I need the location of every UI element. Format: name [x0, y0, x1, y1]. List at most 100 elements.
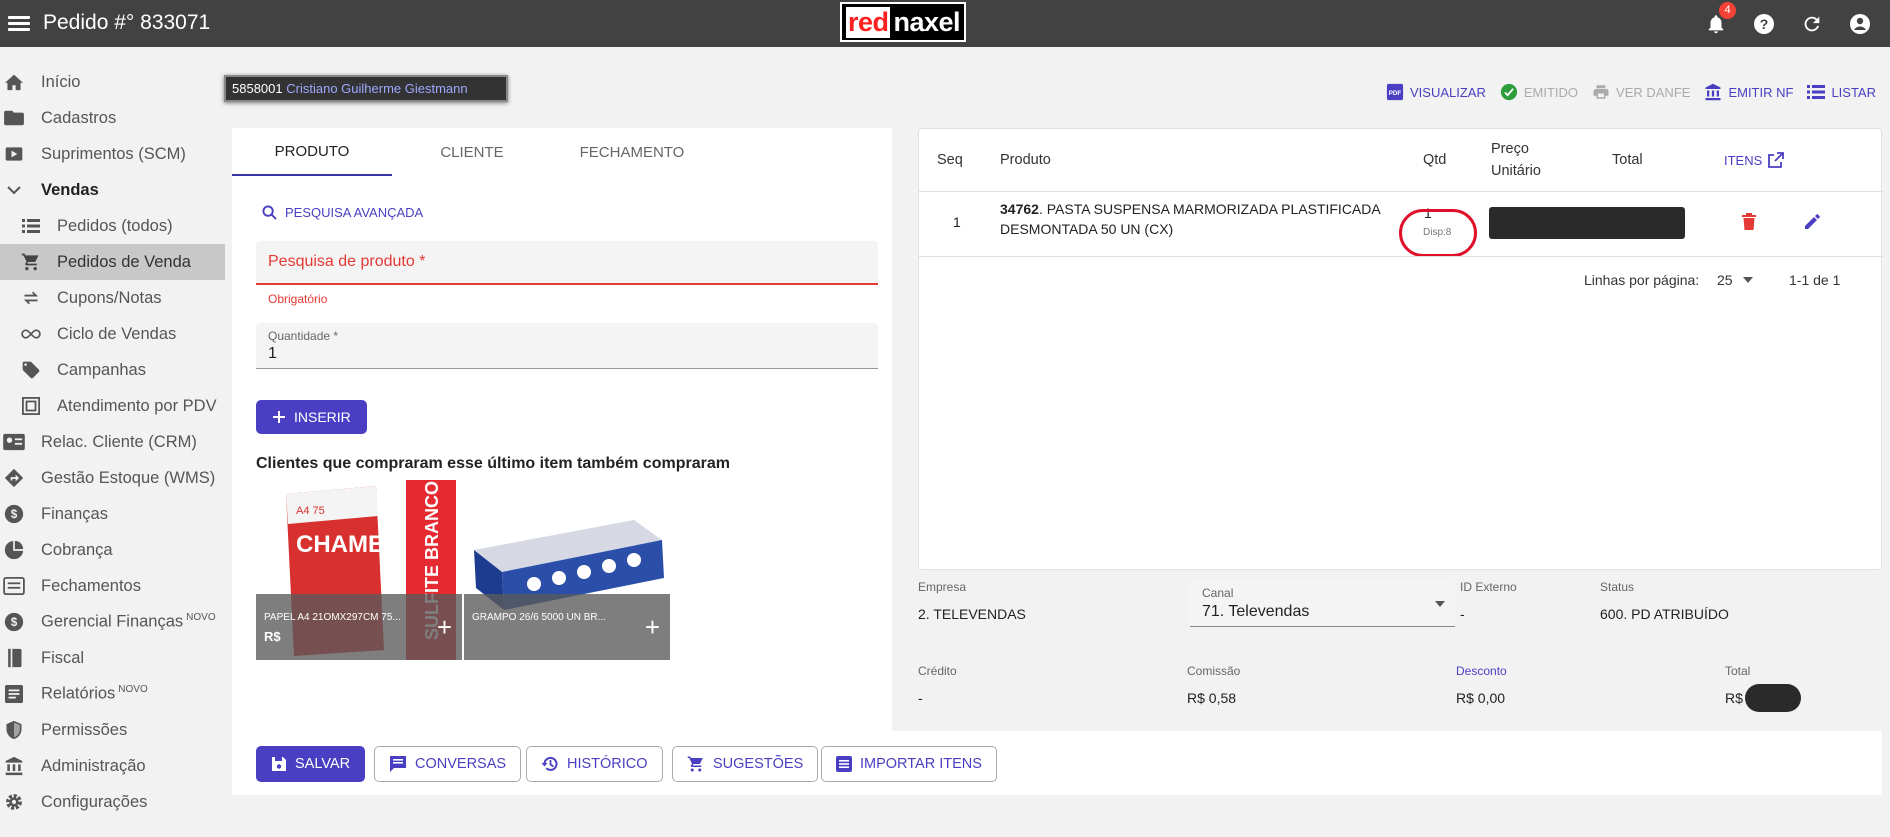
credito-value: - [918, 690, 923, 706]
menu-icon[interactable] [8, 13, 30, 33]
importar-itens-button[interactable]: IMPORTAR ITENS [821, 746, 997, 782]
tab-cliente[interactable]: CLIENTE [392, 128, 552, 176]
ver-danfe-button[interactable]: VER DANFE [1592, 83, 1690, 101]
notifications-bell-icon[interactable]: 4 [1702, 2, 1736, 38]
brand-logo: red naxel [840, 2, 966, 42]
report-icon [3, 683, 25, 705]
add-plus-icon[interactable]: + [437, 614, 452, 640]
status-value: 600. PD ATRIBUÍDO [1600, 606, 1729, 622]
desconto-link[interactable]: Desconto [1456, 664, 1507, 678]
refresh-icon[interactable] [1798, 10, 1826, 38]
sidebar-item-fiscal[interactable]: Fiscal [0, 640, 225, 676]
total-label: Total [1725, 664, 1751, 678]
add-plus-icon[interactable]: + [645, 614, 660, 640]
desconto-value: R$ 0,00 [1456, 690, 1506, 706]
quantity-label: Quantidade * [268, 329, 339, 343]
comissao-value: R$ 0,58 [1187, 690, 1237, 706]
account-icon[interactable] [1846, 10, 1874, 38]
col-total: Total [1612, 152, 1643, 168]
recommendation-card[interactable]: GRAMPO 26/6 5000 UN BR... + [464, 480, 670, 660]
recommendation-name: GRAMPO 26/6 5000 UN BR... [472, 612, 606, 623]
contact-card-icon [3, 431, 25, 453]
sidebar-item-financas[interactable]: $ Finanças [0, 496, 225, 532]
visualizar-button[interactable]: PDF VISUALIZAR [1386, 83, 1486, 101]
canal-value: 71. Televendas [1202, 603, 1310, 620]
listar-button[interactable]: LISTAR [1807, 84, 1876, 100]
sidebar-item-cupons-notas[interactable]: Cupons/Notas [0, 280, 225, 316]
gear-icon [3, 791, 25, 813]
shield-icon [3, 719, 25, 741]
canal-select[interactable]: Canal 71. Televendas [1190, 581, 1455, 627]
pdf-icon: PDF [1386, 83, 1404, 101]
rows-per-page-select[interactable]: 25 [1717, 272, 1753, 288]
edit-icon[interactable] [1803, 213, 1821, 235]
id-externo-label: ID Externo [1460, 580, 1517, 594]
svg-text:PDF: PDF [1389, 90, 1402, 97]
order-tabs: PRODUTO CLIENTE FECHAMENTO [232, 128, 892, 176]
tab-fechamento[interactable]: FECHAMENTO [552, 128, 712, 176]
sidebar-item-ciclo-de-vendas[interactable]: Ciclo de Vendas [0, 316, 225, 352]
itens-link[interactable]: ITENS [1724, 152, 1785, 168]
sidebar-item-permissoes[interactable]: Permissões [0, 712, 225, 748]
sidebar-item-pedidos-todos[interactable]: Pedidos (todos) [0, 208, 225, 244]
historico-button[interactable]: HISTÓRICO [526, 746, 663, 782]
sidebar-item-wms[interactable]: Gestão Estoque (WMS) [0, 460, 225, 496]
dollar-icon: $ [3, 611, 25, 633]
delete-icon[interactable] [1741, 213, 1757, 235]
sidebar-item-pedidos-de-venda[interactable]: Pedidos de Venda [0, 244, 225, 280]
emitir-nf-button[interactable]: EMITIR NF [1704, 83, 1793, 101]
sugestoes-button[interactable]: SUGESTÕES [672, 746, 819, 782]
recommendation-overlay: PAPEL A4 21OMX297CM 75... R$ + [256, 594, 462, 660]
sidebar-item-crm[interactable]: Relac. Cliente (CRM) [0, 424, 225, 460]
sidebar-item-cadastros[interactable]: Cadastros [0, 100, 225, 136]
register-icon [3, 575, 25, 597]
empresa-value: 2. TELEVENDAS [918, 606, 1026, 622]
sidebar-item-administracao[interactable]: Administração [0, 748, 225, 784]
advanced-search-link[interactable]: PESQUISA AVANÇADA [262, 205, 423, 220]
chevron-down-icon [3, 179, 25, 201]
sidebar-item-relatorios[interactable]: Relatórios NOVO [0, 676, 225, 712]
customer-chip[interactable]: 5858001 Cristiano Guilherme Giestmann [224, 75, 508, 102]
required-error: Obrigatório [268, 292, 328, 306]
save-button[interactable]: SALVAR [256, 746, 366, 782]
new-badge: NOVO [186, 612, 216, 624]
svg-text:?: ? [1760, 16, 1769, 32]
cart-icon [20, 251, 42, 273]
quantity-input[interactable] [268, 345, 858, 363]
sidebar-item-fechamentos[interactable]: Fechamentos [0, 568, 225, 604]
tag-icon [20, 359, 42, 381]
check-circle-icon [1500, 83, 1517, 101]
conversas-button[interactable]: CONVERSAS [374, 746, 522, 782]
sidebar-item-cobranca[interactable]: Cobrança [0, 532, 225, 568]
supplies-icon [3, 143, 25, 165]
col-produto: Produto [1000, 152, 1051, 168]
sidebar-item-inicio[interactable]: Início [0, 64, 225, 100]
new-badge: NOVO [118, 684, 148, 696]
history-icon [541, 756, 558, 771]
folder-icon [3, 107, 25, 129]
sidebar-item-configuracoes[interactable]: Configurações [0, 784, 225, 820]
sidebar-item-atendimento-pdv[interactable]: Atendimento por PDV [0, 388, 225, 424]
id-externo-value: - [1460, 606, 1465, 622]
sidebar-item-gerencial-financas[interactable]: $ Gerencial Finanças NOVO [0, 604, 225, 640]
product-search-input[interactable] [268, 253, 858, 271]
svg-text:$: $ [11, 508, 18, 521]
tab-produto[interactable]: PRODUTO [232, 128, 392, 176]
recommendation-card[interactable]: A4 75 CHAMEX SULFITE BRANCO A4 PAPEL A4 … [256, 480, 462, 660]
order-items-table: Seq Produto Qtd Preço Unitário Total ITE… [918, 128, 1883, 570]
insert-button[interactable]: INSERIR [256, 400, 367, 434]
row-seq: 1 [953, 214, 961, 230]
order-actions: PDF VISUALIZAR EMITIDO VER DANFE EMITIR … [1386, 83, 1876, 101]
list-icon [1807, 85, 1826, 99]
emitido-status: EMITIDO [1500, 83, 1578, 101]
col-preco-unitario: Preço Unitário [1491, 141, 1541, 179]
sidebar-item-vendas[interactable]: Vendas [0, 172, 225, 208]
list-box-icon [836, 756, 852, 772]
rows-per-page-label: Linhas por página: [1584, 272, 1700, 288]
product-search-field [256, 241, 878, 285]
dropdown-arrow-icon [1742, 277, 1753, 283]
sidebar-item-suprimentos[interactable]: Suprimentos (SCM) [0, 136, 225, 172]
help-icon[interactable]: ? [1750, 10, 1778, 38]
open-in-new-icon [1768, 152, 1785, 168]
sidebar-item-campanhas[interactable]: Campanhas [0, 352, 225, 388]
